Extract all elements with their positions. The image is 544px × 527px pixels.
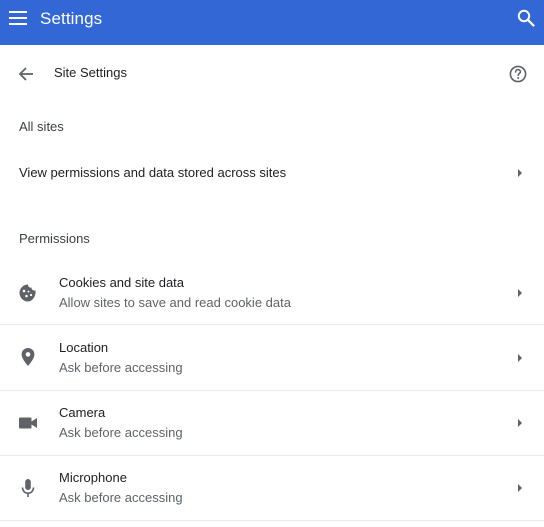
all-sites-heading: All sites — [19, 119, 64, 134]
search-button[interactable] — [514, 6, 538, 30]
permission-row-camera[interactable]: Camera Ask before accessing — [0, 391, 544, 455]
hamburger-menu-icon — [9, 11, 27, 25]
permission-row-location[interactable]: Location Ask before accessing — [0, 325, 544, 390]
location-pin-icon — [17, 346, 39, 368]
help-button[interactable] — [506, 62, 530, 86]
permission-title: Microphone — [59, 470, 127, 485]
back-button[interactable] — [14, 62, 38, 86]
cookie-icon — [17, 282, 39, 304]
permissions-heading: Permissions — [19, 231, 90, 246]
app-toolbar: Settings — [0, 0, 544, 45]
menu-button[interactable] — [6, 6, 30, 30]
permission-subtitle: Ask before accessing — [59, 360, 183, 375]
permission-subtitle: Allow sites to save and read cookie data — [59, 295, 291, 310]
permission-row-cookies[interactable]: Cookies and site data Allow sites to sav… — [0, 262, 544, 324]
page-title: Site Settings — [54, 65, 127, 80]
chevron-right-icon — [518, 354, 522, 362]
help-circle-icon — [509, 65, 527, 83]
app-title: Settings — [40, 9, 103, 28]
chevron-right-icon — [518, 289, 522, 297]
permission-row-microphone[interactable]: Microphone Ask before accessing — [0, 456, 544, 520]
view-all-sites-label: View permissions and data stored across … — [19, 165, 287, 180]
permission-title: Cookies and site data — [59, 275, 185, 290]
search-icon — [517, 9, 535, 27]
permission-subtitle: Ask before accessing — [59, 425, 183, 440]
permission-subtitle: Ask before accessing — [59, 490, 183, 505]
chevron-right-icon — [518, 484, 522, 492]
permission-title: Location — [59, 340, 109, 355]
microphone-icon — [17, 477, 39, 499]
arrow-back-icon — [18, 67, 33, 81]
row-divider — [0, 520, 544, 521]
camera-icon — [17, 412, 39, 434]
chevron-right-icon — [518, 419, 522, 427]
permission-title: Camera — [59, 405, 106, 420]
page-header: Site Settings — [0, 45, 544, 101]
chevron-right-icon — [518, 169, 522, 177]
view-all-sites-row[interactable]: View permissions and data stored across … — [0, 165, 544, 183]
